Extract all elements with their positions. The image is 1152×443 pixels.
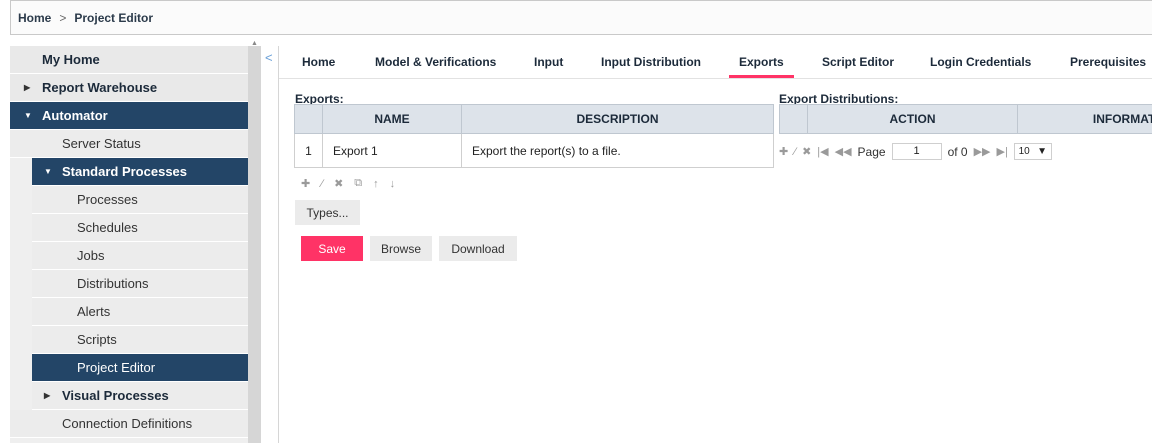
sidebar-item-project-editor[interactable]: Project Editor [32,354,248,382]
delete-icon[interactable]: ✖ [802,145,811,158]
tab-home[interactable]: Home [302,55,335,69]
caret-right-icon: ▶ [24,83,31,92]
prev-page-icon[interactable]: ◀◀ [835,145,852,158]
page-size-select[interactable]: 10 ▼ [1013,143,1052,160]
export-name-cell[interactable]: Export 1 [322,133,462,168]
sidebar-item-scripts[interactable]: Scripts [32,326,248,354]
last-page-icon[interactable]: ▶| [997,145,1008,158]
edit-icon[interactable]: ∕ [794,146,796,158]
sidebar-item-server-status[interactable]: Server Status [10,130,248,158]
move-down-icon[interactable]: ↓ [390,178,396,190]
tab-input-distribution[interactable]: Input Distribution [601,55,701,69]
tab-bar: Home Model & Verifications Input Input D… [279,46,1152,79]
sidebar-item-my-home[interactable]: My Home [10,46,248,74]
sidebar-item-report-warehouse[interactable]: ▶ Report Warehouse [10,74,248,102]
delete-icon[interactable]: ✖ [334,177,343,190]
export-distributions-table: ACTION INFORMATIO [779,104,1152,134]
tab-model-verifications[interactable]: Model & Verifications [375,55,496,69]
sidebar-scrollbar[interactable] [248,46,261,443]
main-content: Home Model & Verifications Input Input D… [278,46,1152,443]
sidebar-item-schedules[interactable]: Schedules [32,214,248,242]
column-header-action[interactable]: ACTION [807,104,1018,134]
breadcrumb-current: Project Editor [74,10,154,25]
caret-down-icon: ▼ [24,111,32,120]
first-page-icon[interactable]: |◀ [817,145,828,158]
column-header-name[interactable]: NAME [322,104,462,134]
scroll-up-icon[interactable]: ▲ [248,40,261,52]
tab-input[interactable]: Input [534,55,563,69]
row-number-header [779,104,808,134]
caret-down-icon: ▼ [44,167,52,176]
breadcrumb-home[interactable]: Home [18,11,51,25]
page-number-input[interactable]: 1 [891,143,942,160]
sidebar-item-standard-processes[interactable]: ▼ Standard Processes [32,158,248,186]
column-header-information[interactable]: INFORMATIO [1017,104,1152,134]
add-icon[interactable]: ✚ [301,177,310,190]
sidebar-item-processes[interactable]: Processes [32,186,248,214]
page-count-label: of 0 [947,144,968,159]
types-button[interactable]: Types... [295,200,360,225]
sidebar-item-automator[interactable]: ▼ Automator [10,102,248,130]
distributions-pager: ✚ ∕ ✖ |◀ ◀◀ Page 1 of 0 ▶▶ ▶| 10 ▼ [779,143,1052,160]
row-number-header [294,104,323,134]
collapse-sidebar-icon[interactable]: < [265,50,273,65]
tab-exports[interactable]: Exports [729,55,794,78]
exports-toolbar: ✚ ∕ ✖ ⧉ ↑ ↓ [301,177,395,190]
breadcrumb-separator: > [59,10,67,25]
sidebar-item-connection-definitions[interactable]: Connection Definitions [10,410,248,438]
copy-icon[interactable]: ⧉ [354,177,362,190]
save-button[interactable]: Save [301,236,363,261]
column-header-description[interactable]: DESCRIPTION [461,104,774,134]
tab-prerequisites[interactable]: Prerequisites [1070,55,1146,69]
page-label: Page [857,144,886,159]
next-page-icon[interactable]: ▶▶ [974,145,991,158]
move-up-icon[interactable]: ↑ [373,178,379,190]
sidebar: My Home ▶ Report Warehouse ▼ Automator Ser… [10,46,248,443]
edit-icon[interactable]: ∕ [321,178,323,190]
sidebar-item-jobs[interactable]: Jobs [32,242,248,270]
exports-table: NAME DESCRIPTION 1 Export 1 Export the r… [294,104,774,168]
tab-login-credentials[interactable]: Login Credentials [930,55,1031,69]
breadcrumb: Home > Project Editor [10,0,1152,35]
add-icon[interactable]: ✚ [779,145,788,158]
caret-right-icon: ▶ [44,391,51,400]
sidebar-item-distributions[interactable]: Distributions [32,270,248,298]
sidebar-item-visual-processes[interactable]: ▶ Visual Processes [32,382,248,410]
sidebar-item-alerts[interactable]: Alerts [32,298,248,326]
download-button[interactable]: Download [439,236,517,261]
table-row[interactable]: 1 Export 1 Export the report(s) to a fil… [294,133,774,168]
browse-button[interactable]: Browse [370,236,432,261]
tab-script-editor[interactable]: Script Editor [822,55,894,69]
row-number: 1 [294,133,323,168]
chevron-down-icon: ▼ [1037,146,1048,157]
export-description-cell[interactable]: Export the report(s) to a file. [461,133,774,168]
